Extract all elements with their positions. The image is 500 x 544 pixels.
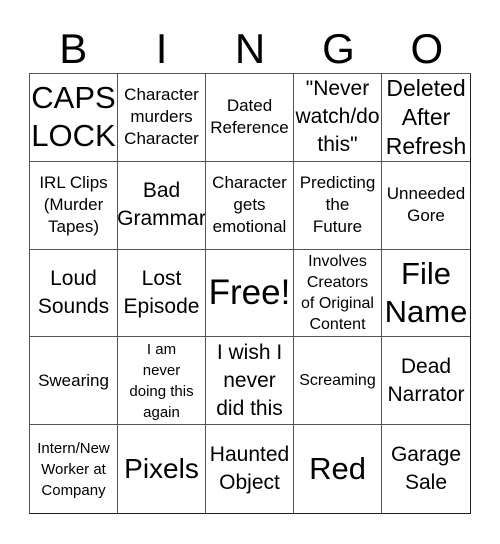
bingo-cell[interactable]: Loud Sounds bbox=[30, 249, 118, 338]
header-letter-i: I bbox=[155, 25, 168, 72]
bingo-cell[interactable]: IRL Clips (Murder Tapes) bbox=[30, 161, 118, 250]
bingo-cell-label: Screaming bbox=[299, 372, 376, 390]
bingo-cell-label: Deleted After Refresh bbox=[385, 74, 467, 159]
bingo-cell-label: Dead Narrator bbox=[387, 354, 465, 406]
bingo-cell[interactable]: Bad Grammar bbox=[118, 161, 206, 250]
bingo-cell[interactable]: Haunted Object bbox=[206, 425, 294, 513]
bingo-cell[interactable]: Involves Creators of Original Content bbox=[294, 249, 382, 338]
bingo-cell-label: IRL Clips (Murder Tapes) bbox=[39, 173, 108, 237]
bingo-cell[interactable]: Unneeded Gore bbox=[382, 162, 470, 250]
header-letter-n: N bbox=[234, 25, 266, 72]
bingo-cell-label: Loud Sounds bbox=[37, 266, 110, 318]
bingo-cell-label: I am never doing this again bbox=[129, 340, 194, 421]
bingo-cell-label: Bad Grammar bbox=[118, 179, 206, 231]
bingo-cell[interactable]: I am never doing this again bbox=[118, 337, 206, 426]
header-letter-b: B bbox=[59, 25, 88, 72]
bingo-cell-label: Garage Sale bbox=[390, 443, 462, 495]
header-letter-g: G bbox=[322, 25, 355, 72]
bingo-cell[interactable]: Red bbox=[294, 425, 382, 513]
bingo-cell[interactable]: I wish I never did this bbox=[206, 337, 294, 426]
bingo-cell-label: Pixels bbox=[124, 453, 199, 485]
bingo-cell-label: Intern/New Worker at Company bbox=[37, 439, 110, 499]
bingo-cell-label: Character gets emotional bbox=[212, 173, 287, 237]
bingo-cell-label: Unneeded Gore bbox=[386, 184, 466, 226]
bingo-cell[interactable]: Garage Sale bbox=[382, 425, 470, 513]
bingo-cell[interactable]: Free! bbox=[206, 249, 294, 338]
bingo-cell[interactable]: File Name bbox=[382, 250, 470, 338]
bingo-cell-label: Predicting the Future bbox=[299, 173, 376, 237]
bingo-cell-label: Free! bbox=[208, 272, 291, 312]
bingo-cell[interactable]: Pixels bbox=[118, 425, 206, 513]
bingo-cell[interactable]: Lost Episode bbox=[118, 249, 206, 338]
bingo-cell[interactable]: Predicting the Future bbox=[294, 161, 382, 250]
bingo-cell[interactable]: CAPS LOCK bbox=[30, 74, 118, 162]
bingo-cell[interactable]: Character gets emotional bbox=[206, 161, 294, 250]
bingo-cell-label: Haunted Object bbox=[209, 443, 290, 495]
bingo-cell[interactable]: Intern/New Worker at Company bbox=[30, 425, 118, 513]
bingo-cell[interactable]: Dead Narrator bbox=[382, 337, 470, 426]
bingo-cell-label: Red bbox=[309, 451, 366, 487]
bingo-cell[interactable]: Screaming bbox=[294, 337, 382, 426]
bingo-cell-label: I wish I never did this bbox=[216, 340, 283, 420]
bingo-cell[interactable]: Deleted After Refresh bbox=[382, 74, 470, 162]
bingo-cell[interactable]: Dated Reference bbox=[206, 74, 294, 162]
bingo-cell-label: "Never watch/do this" bbox=[295, 77, 380, 157]
bingo-cell[interactable]: Character murders Character bbox=[118, 74, 206, 162]
bingo-cell[interactable]: Swearing bbox=[30, 337, 118, 426]
bingo-cell-label: Involves Creators of Original Content bbox=[301, 252, 374, 333]
bingo-grid: CAPS LOCK Character murders Character Date… bbox=[29, 73, 471, 514]
header-letter-o: O bbox=[410, 25, 444, 72]
bingo-cell-label: File Name bbox=[384, 255, 468, 329]
bingo-cell-label: Character murders Character bbox=[124, 85, 199, 149]
bingo-cell-label: CAPS LOCK bbox=[31, 80, 116, 154]
bingo-cell-label: Dated Reference bbox=[210, 96, 289, 138]
bingo-cell[interactable]: "Never watch/do this" bbox=[294, 74, 382, 162]
bingo-header: B I N G O bbox=[29, 26, 471, 72]
bingo-cell-label: Swearing bbox=[38, 370, 109, 390]
bingo-cell-label: Lost Episode bbox=[123, 266, 200, 318]
